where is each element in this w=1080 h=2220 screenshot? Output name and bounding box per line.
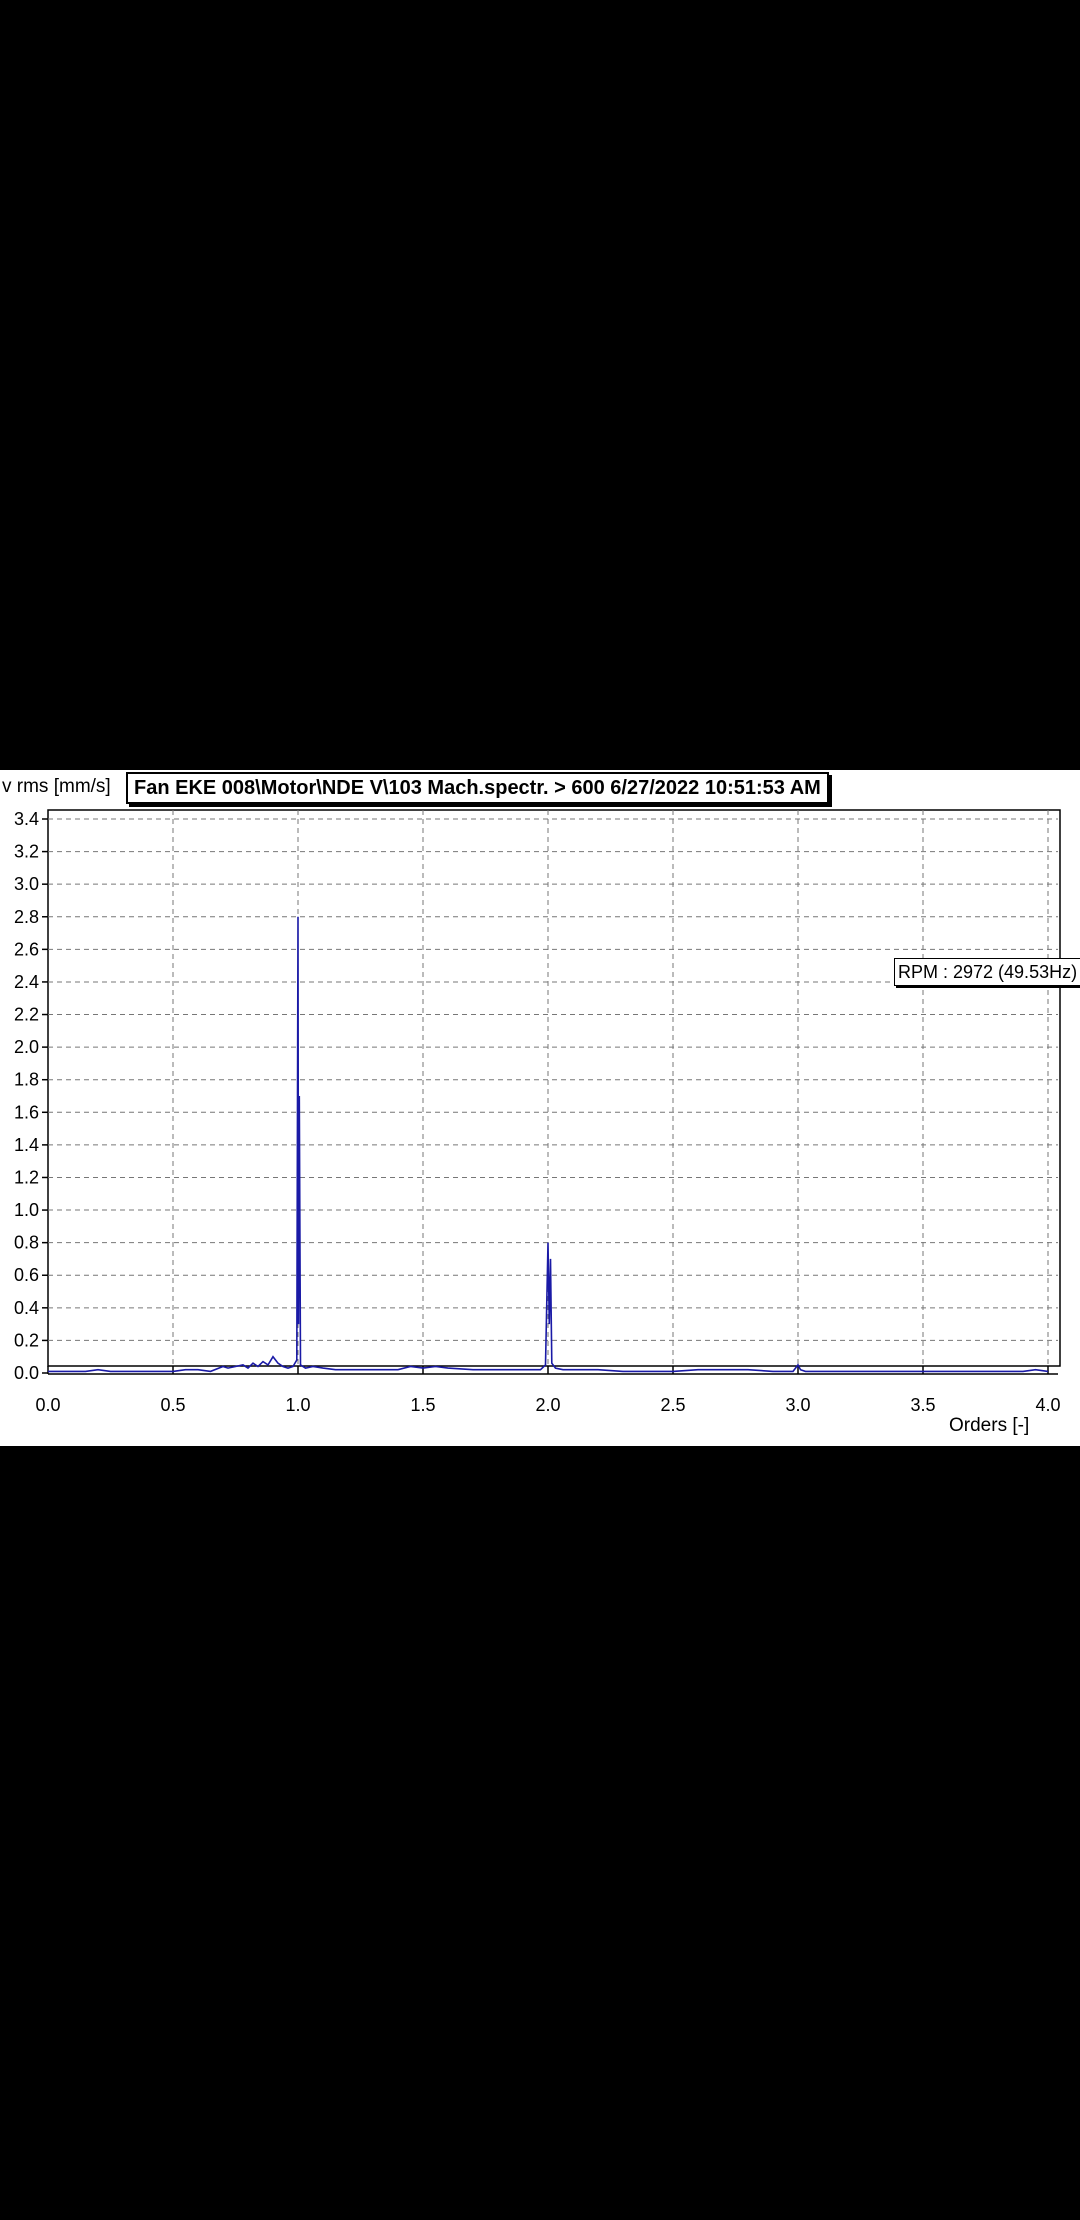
y-tick-label: 1.4 (14, 1135, 39, 1155)
x-tick-label: 0.5 (160, 1395, 185, 1415)
x-tick-label: 3.5 (910, 1395, 935, 1415)
x-tick-label: 0.0 (35, 1395, 60, 1415)
x-axis-label: Orders [-] (949, 1415, 1030, 1436)
x-tick-label: 3.0 (785, 1395, 810, 1415)
y-tick-label: 2.8 (14, 907, 39, 927)
y-tick-label: 1.0 (14, 1200, 39, 1220)
y-tick-label: 0.6 (14, 1265, 39, 1285)
spectrum-chart: 0.0 0.2 0.4 0.6 0.8 1.0 1.2 1.4 1.6 1.8 2.0 2.2 2.4 2… (14, 809, 1061, 1415)
x-tick-label: 2.5 (660, 1395, 685, 1415)
y-tick-label: 0.8 (14, 1233, 39, 1253)
y-tick-label: 3.2 (14, 842, 39, 862)
chart-panel: 0.0 0.2 0.4 0.6 0.8 1.0 1.2 1.4 1.6 1.8 2.0 2.2 2.4 2… (0, 770, 1080, 1446)
y-tick-label: 1.6 (14, 1102, 39, 1122)
x-tick-label: 1.0 (285, 1395, 310, 1415)
y-tick-label: 2.4 (14, 972, 39, 992)
y-tick-label: 0.4 (14, 1298, 39, 1318)
chart-title: Fan EKE 008\Motor\NDE V\103 Mach.spectr.… (126, 772, 829, 804)
y-tick-label: 2.2 (14, 1005, 39, 1025)
plot-area (47, 809, 1061, 1367)
rpm-annotation: RPM : 2972 (49.53Hz) (894, 958, 1080, 986)
y-tick-label: 1.8 (14, 1070, 39, 1090)
y-tick-label: 2.6 (14, 939, 39, 959)
y-axis-label: v rms [mm/s] (2, 776, 111, 797)
y-tick-label: 2.0 (14, 1037, 39, 1057)
y-tick-label: 0.2 (14, 1330, 39, 1350)
x-tick-label: 2.0 (535, 1395, 560, 1415)
y-tick-label: 3.4 (14, 809, 39, 829)
y-tick-label: 1.2 (14, 1167, 39, 1187)
y-tick-label: 3.0 (14, 874, 39, 894)
y-tick-label: 0.0 (14, 1363, 39, 1383)
x-tick-label: 1.5 (410, 1395, 435, 1415)
x-tick-label: 4.0 (1035, 1395, 1060, 1415)
